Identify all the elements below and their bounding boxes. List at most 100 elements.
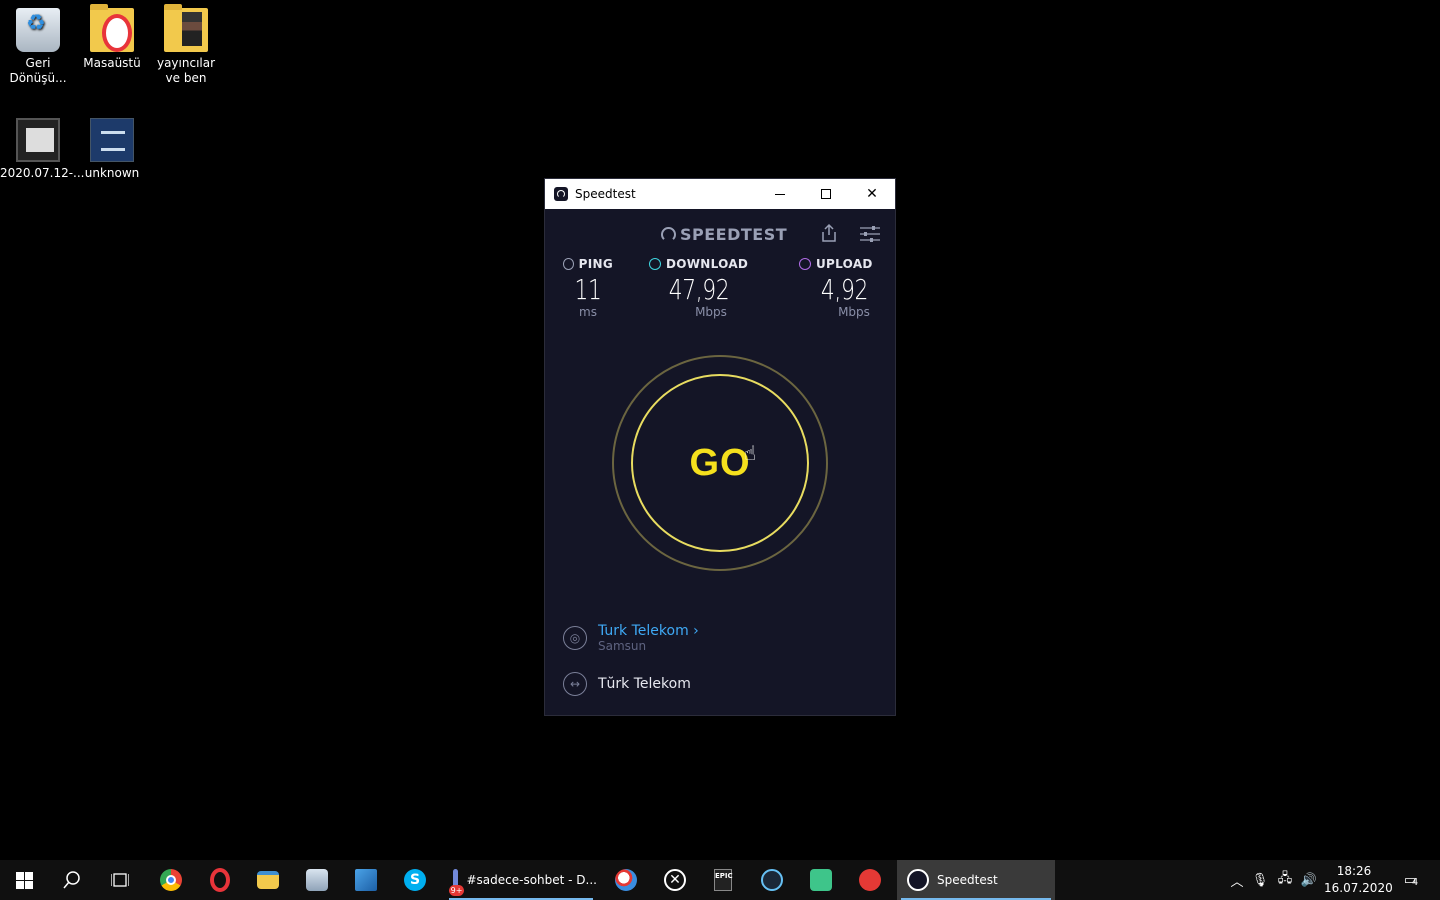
ping-unit: ms bbox=[579, 305, 597, 319]
server-location: Samsun bbox=[598, 639, 647, 653]
desktop-icon-unknown[interactable]: unknown bbox=[74, 118, 150, 181]
image-viewer-icon bbox=[306, 869, 328, 891]
task-view-button[interactable] bbox=[96, 860, 144, 900]
desktop-icon-yayincilar[interactable]: yayıncılar ve ben bbox=[148, 4, 224, 86]
taskbar-app-computer[interactable] bbox=[343, 860, 389, 900]
taskbar-app-photos[interactable] bbox=[294, 860, 340, 900]
speedtest-window: Speedtest ✕ SPEEDTEST PING 11 ms DOWNLOA… bbox=[544, 178, 896, 716]
taskbar-skype[interactable]: S bbox=[392, 860, 438, 900]
network-button[interactable]: 🖧 bbox=[1274, 860, 1296, 900]
taskbar-chrome[interactable] bbox=[148, 860, 194, 900]
hand-cursor-icon: ☝ bbox=[744, 441, 757, 465]
paint-icon bbox=[615, 869, 637, 891]
clock[interactable]: 18:26 16.07.2020 bbox=[1324, 863, 1393, 897]
chrome-icon bbox=[160, 869, 182, 891]
folder-icon bbox=[164, 4, 208, 52]
taskbar-speedtest[interactable]: Speedtest bbox=[897, 860, 1055, 900]
taskbar-xbox[interactable]: ✕ bbox=[652, 860, 698, 900]
action-center-button[interactable]: ▭ 4 bbox=[1396, 860, 1424, 900]
maximize-button[interactable] bbox=[803, 179, 849, 209]
upload-icon bbox=[799, 258, 811, 270]
ping-label: PING bbox=[578, 257, 613, 271]
upload-value: 4,92 bbox=[820, 273, 868, 306]
server-name: Turk Telekom bbox=[598, 623, 689, 639]
ping-header: PING bbox=[563, 257, 613, 271]
desktop-icon-label: unknown bbox=[84, 166, 140, 180]
search-icon bbox=[63, 871, 80, 889]
close-icon: ✕ bbox=[866, 186, 878, 202]
speedtest-logo: SPEEDTEST bbox=[661, 225, 787, 244]
folder-icon bbox=[90, 4, 134, 52]
speaker-icon: 🔊 bbox=[1300, 872, 1318, 888]
taskbar-app-green[interactable] bbox=[798, 860, 844, 900]
share-icon[interactable] bbox=[821, 223, 837, 243]
ping-icon bbox=[563, 258, 574, 270]
globe-icon: ◎ bbox=[563, 626, 587, 650]
discord-task-label: #sadece-sohbet - D... bbox=[466, 873, 597, 887]
search-button[interactable] bbox=[48, 860, 96, 900]
task-view-icon bbox=[111, 873, 129, 887]
show-hidden-icons-button[interactable]: ︿ bbox=[1226, 860, 1248, 900]
download-unit: Mbps bbox=[695, 305, 727, 319]
server-selector[interactable]: ◎ Turk Telekom › Samsun bbox=[563, 623, 883, 653]
brand-name: SPEEDTEST bbox=[680, 225, 788, 244]
network-icon: 🖧 bbox=[1277, 871, 1293, 886]
taskbar-file-explorer[interactable] bbox=[245, 860, 291, 900]
volume-button[interactable]: 🔊 bbox=[1298, 860, 1320, 900]
skype-icon: S bbox=[404, 869, 426, 891]
download-metric: DOWNLOAD 47,92 Mbps bbox=[649, 257, 749, 319]
maximize-icon bbox=[821, 189, 831, 199]
close-button[interactable]: ✕ bbox=[849, 179, 895, 209]
settings-sliders-icon[interactable] bbox=[860, 226, 880, 242]
download-label: DOWNLOAD bbox=[666, 257, 749, 271]
speedtest-task-label: Speedtest bbox=[937, 873, 998, 887]
upload-metric: UPLOAD 4,92 Mbps bbox=[799, 257, 879, 319]
taskbar-app-red[interactable] bbox=[847, 860, 893, 900]
taskbar-steam[interactable] bbox=[749, 860, 795, 900]
image-file-icon bbox=[90, 118, 134, 162]
desktop-icon-label: Masaüstü bbox=[83, 56, 141, 70]
desktop-icon-video[interactable]: 2020.07.12-... bbox=[0, 118, 85, 181]
clock-time: 18:26 bbox=[1336, 864, 1372, 878]
notification-icon: ▭ 4 bbox=[1403, 872, 1419, 888]
upload-header: UPLOAD bbox=[799, 257, 879, 271]
computer-icon bbox=[355, 869, 377, 891]
taskbar-discord[interactable]: 9+ #sadece-sohbet - D... bbox=[445, 860, 597, 900]
taskbar-app-paint[interactable] bbox=[603, 860, 649, 900]
speedtest-icon bbox=[907, 869, 929, 891]
ping-value: 11 bbox=[574, 273, 602, 306]
go-label: GO bbox=[689, 441, 751, 484]
title-bar[interactable]: Speedtest ✕ bbox=[545, 179, 895, 209]
taskbar-epic-games[interactable]: EPIC bbox=[700, 860, 746, 900]
desktop-icon-masaustu[interactable]: Masaüstü bbox=[74, 4, 150, 71]
provider-name: Tŭrk Telekom bbox=[598, 676, 691, 692]
download-header: DOWNLOAD bbox=[649, 257, 749, 271]
chevron-right-icon: › bbox=[693, 623, 699, 639]
taskbar-opera[interactable] bbox=[197, 860, 243, 900]
recycle-bin-icon bbox=[16, 8, 60, 52]
upload-label: UPLOAD bbox=[816, 257, 873, 271]
window-title: Speedtest bbox=[575, 187, 636, 201]
minimize-icon bbox=[775, 193, 785, 195]
minimize-button[interactable] bbox=[757, 179, 803, 209]
red-app-icon bbox=[859, 869, 881, 891]
connection-icon: ↔ bbox=[563, 672, 587, 696]
start-button[interactable] bbox=[0, 860, 48, 900]
taskbar: S 9+ #sadece-sohbet - D... ✕ EPIC Speedt… bbox=[0, 860, 1440, 900]
provider-row: ↔ Tŭrk Telekom bbox=[563, 672, 883, 696]
go-button[interactable]: GO bbox=[631, 374, 809, 552]
opera-icon bbox=[210, 868, 230, 892]
server-name-row[interactable]: Turk Telekom › bbox=[598, 623, 699, 639]
upload-unit: Mbps bbox=[838, 305, 870, 319]
microphone-icon: 🎙 bbox=[1251, 872, 1269, 888]
desktop-icon-label: 2020.07.12-... bbox=[0, 166, 85, 180]
discord-icon: 9+ bbox=[448, 869, 465, 896]
speedtest-app-icon bbox=[554, 187, 568, 201]
header: SPEEDTEST bbox=[545, 223, 895, 247]
game-launcher-icon bbox=[810, 869, 832, 891]
microphone-button[interactable]: 🎙 bbox=[1250, 860, 1270, 900]
desktop-icon-recycle-bin[interactable]: Geri Dönüşü... bbox=[0, 8, 76, 86]
discord-badge: 9+ bbox=[448, 885, 465, 896]
clock-date: 16.07.2020 bbox=[1324, 881, 1393, 895]
chevron-up-icon: ︿ bbox=[1230, 874, 1244, 890]
